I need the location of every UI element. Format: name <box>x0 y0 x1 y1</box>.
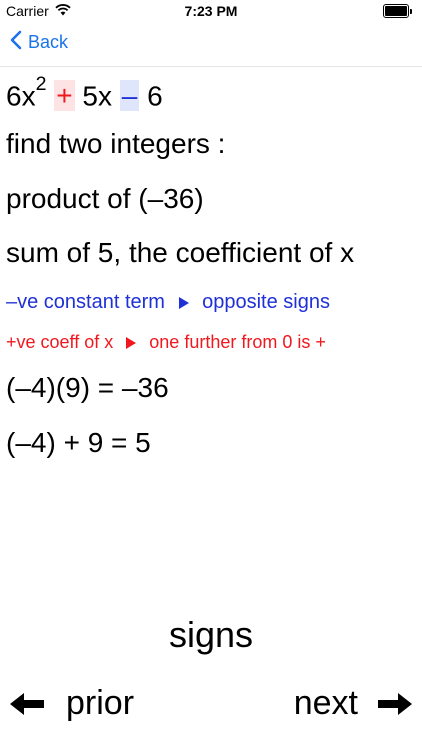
navigation-bar: Back <box>0 22 422 67</box>
battery-icon <box>383 4 412 18</box>
back-label: Back <box>28 32 69 52</box>
section-title: signs <box>168 614 254 655</box>
eq-plus-sign: + <box>54 80 75 112</box>
chevron-left-icon <box>10 30 22 55</box>
constant-term-label: –ve constant term <box>6 291 165 313</box>
eq-coef: 6x <box>6 80 36 112</box>
opposite-signs-label: opposite signs <box>202 291 330 313</box>
status-bar: Carrier 7:23 PM <box>0 0 422 22</box>
product-text: product of (–36) <box>6 183 204 214</box>
further-from-zero-label: one further from 0 is + <box>149 332 326 352</box>
eq-minus-sign: – <box>119 80 140 112</box>
arrow-right-icon <box>126 337 137 350</box>
prior-button[interactable]: prior <box>10 684 134 723</box>
quadratic-equation: 6x2 + 5x – 6 <box>6 73 163 112</box>
find-text: find two integers : <box>6 128 226 159</box>
constant-term-rule: –ve constant term opposite signs <box>6 291 330 314</box>
eq-end: 6 <box>147 80 163 112</box>
sum-text: sum of 5, the coefficient of x <box>6 237 355 268</box>
coefficient-label: +ve coeff of x <box>6 332 114 352</box>
arrow-right-icon <box>178 296 189 309</box>
arrow-left-icon <box>10 692 44 715</box>
arrow-right-icon <box>378 692 412 715</box>
eq-exponent: 2 <box>35 73 47 96</box>
next-label: next <box>293 684 358 722</box>
clock: 7:23 PM <box>184 3 238 19</box>
back-button[interactable]: Back <box>10 30 68 55</box>
multiplication-check: (–4)(9) = –36 <box>6 372 169 403</box>
eq-mid: 5x <box>82 80 112 112</box>
prior-label: prior <box>66 684 135 722</box>
next-button[interactable]: next <box>294 684 412 723</box>
addition-check: (–4) + 9 = 5 <box>6 427 151 458</box>
coefficient-rule: +ve coeff of x one further from 0 is + <box>6 332 326 353</box>
